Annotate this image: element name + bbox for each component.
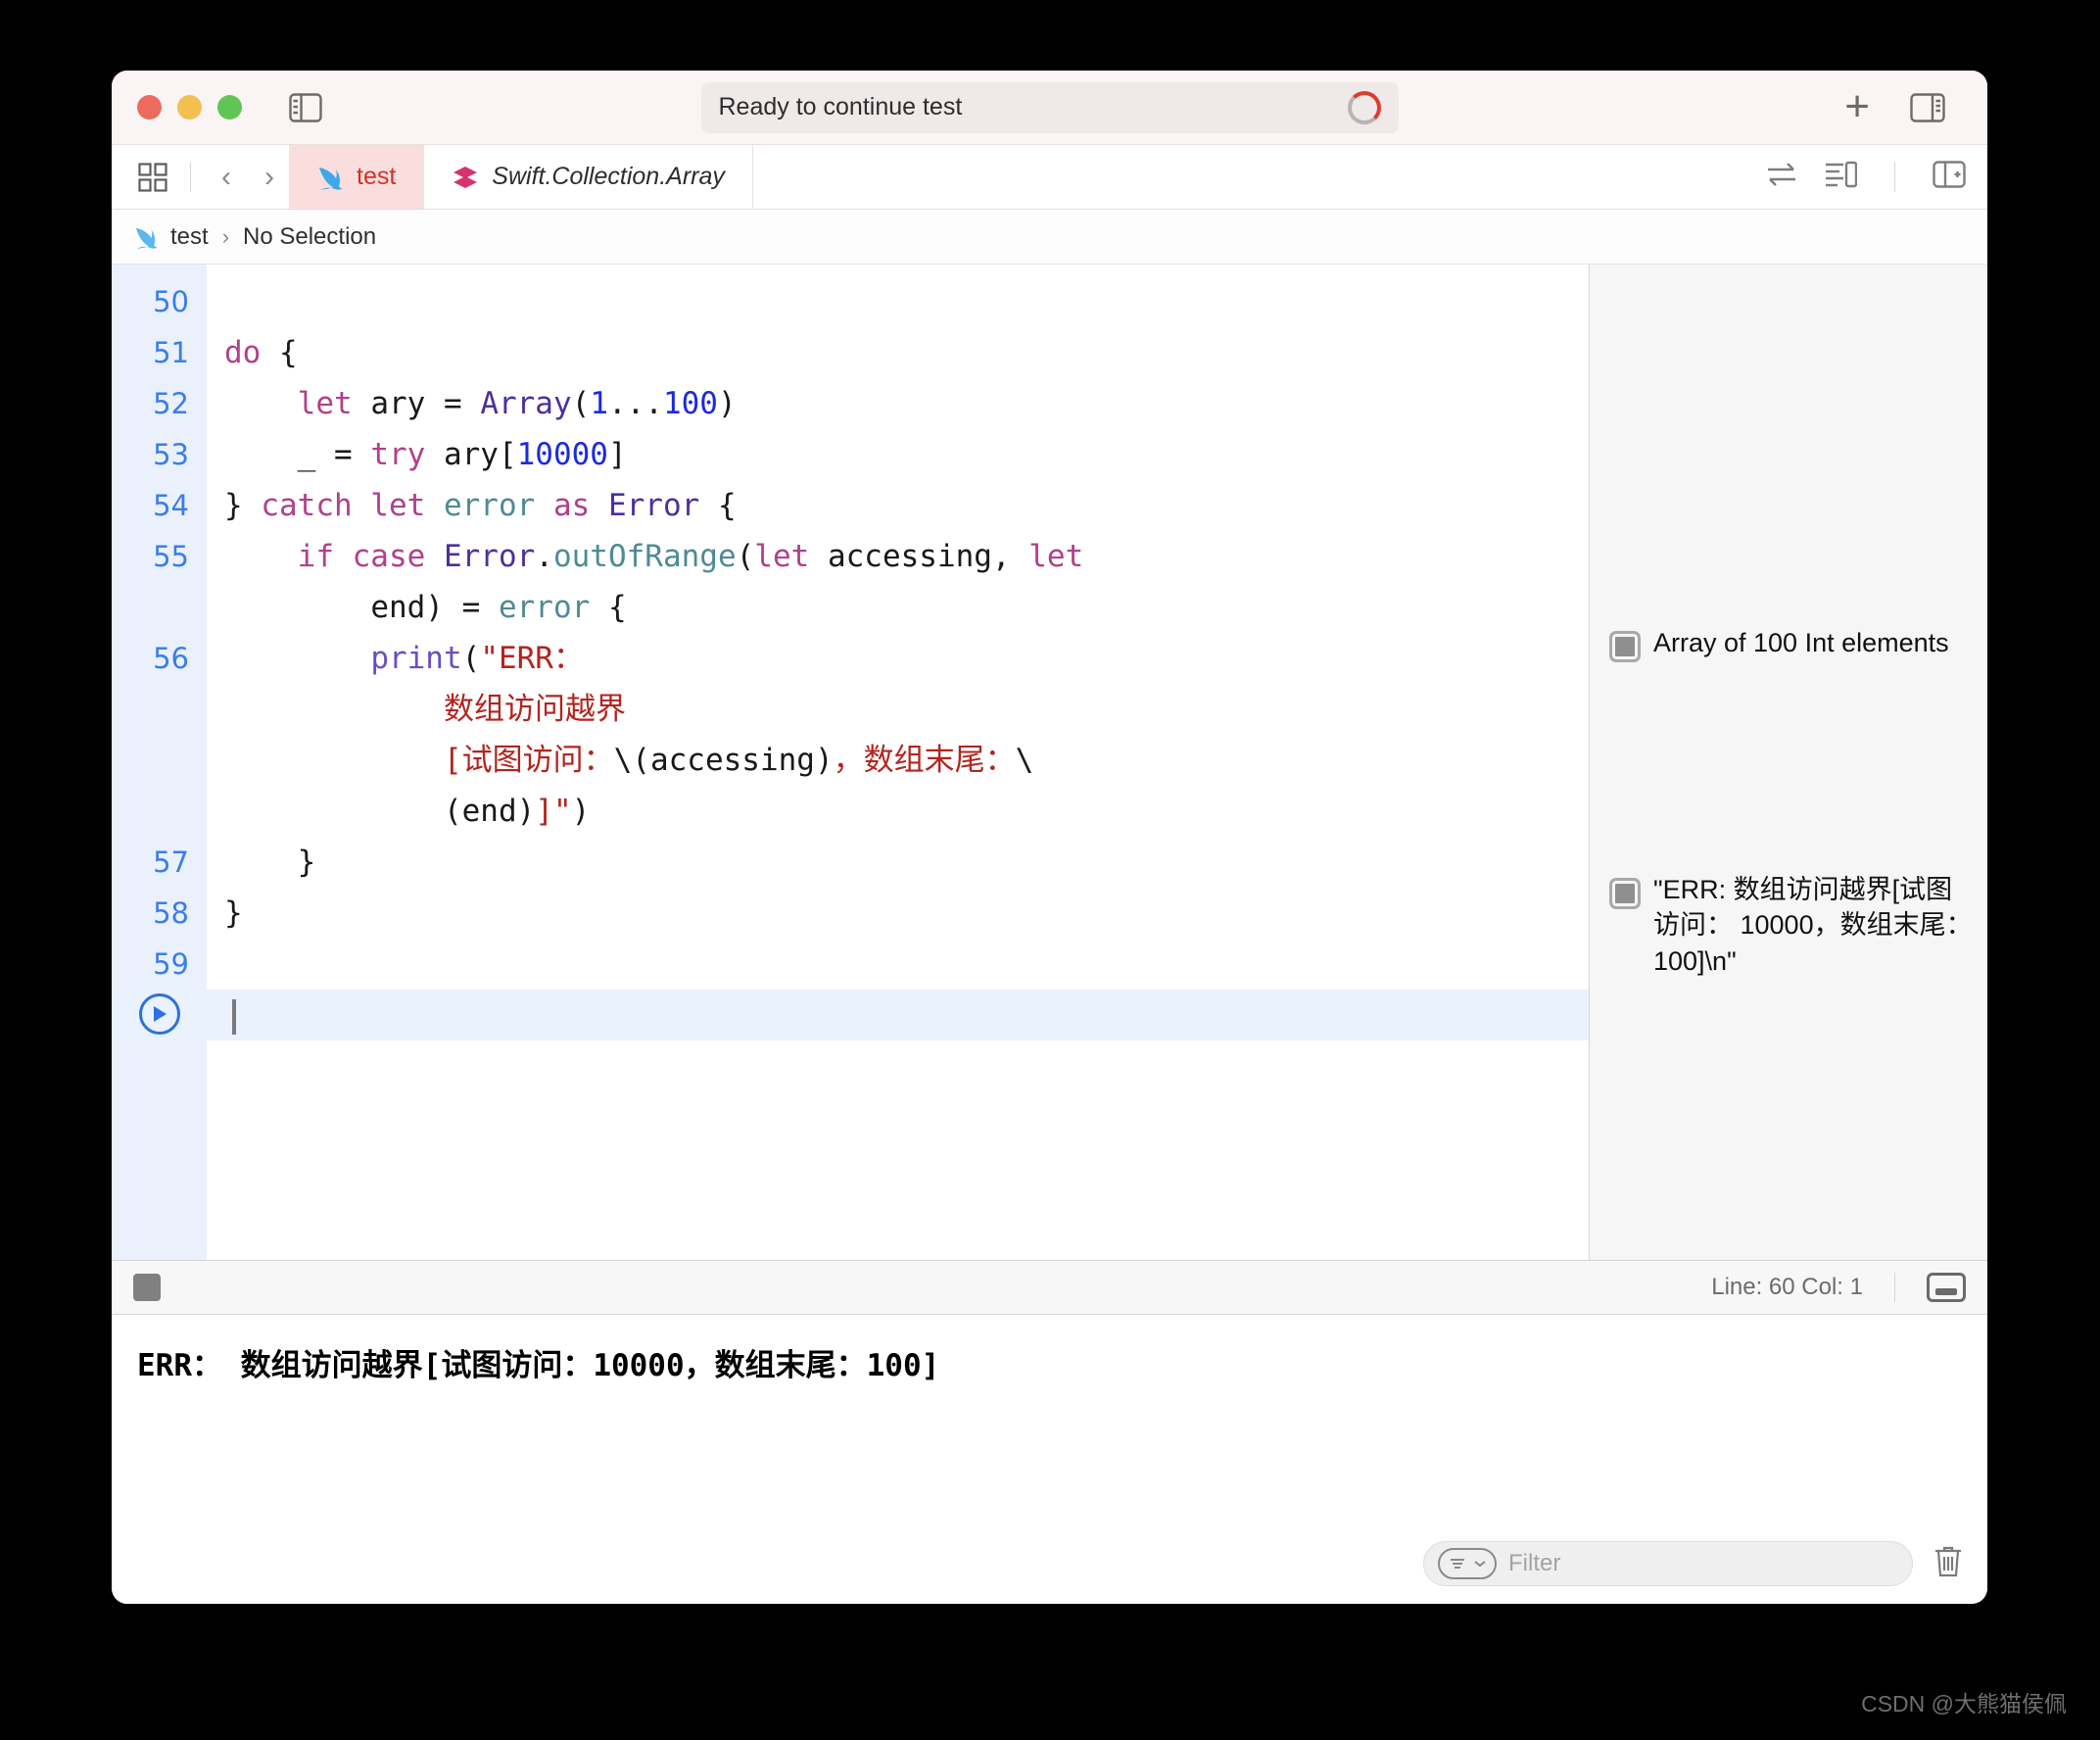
- code-line[interactable]: 56 print("ERR： 数组访问越界 [试图访问：\(accessing)…: [112, 633, 1589, 837]
- stop-square-icon[interactable]: [133, 1274, 161, 1301]
- swap-arrows-icon[interactable]: [1765, 161, 1798, 193]
- code-line-text: }: [224, 845, 316, 880]
- breadcrumb: test › No Selection: [112, 210, 1987, 265]
- run-line-icon[interactable]: [112, 990, 207, 1035]
- inline-results-sidebar: Array of 100 Int elements "ERR: 数组访问越界[试…: [1590, 265, 1987, 1260]
- divider: [190, 162, 191, 192]
- code-line-text: let ary = Array(1...100): [297, 386, 737, 421]
- swift-bird-icon: [135, 227, 158, 249]
- line-number: 58: [153, 896, 189, 930]
- filter-input[interactable]: Filter: [1508, 1550, 1560, 1577]
- line-number: 59: [153, 947, 189, 981]
- line-number: 54: [153, 489, 189, 522]
- status-text: Ready to continue test: [718, 93, 963, 121]
- result-toggle-icon[interactable]: [1609, 631, 1641, 662]
- watermark: CSDN @大熊猫侯佩: [1861, 1691, 2067, 1716]
- code-line[interactable]: 55 if case Error.outOfRange(let accessin…: [112, 531, 1589, 633]
- breadcrumb-project[interactable]: test: [170, 223, 209, 251]
- left-panel-icon[interactable]: [283, 85, 328, 130]
- window-titlebar: Ready to continue test +: [112, 71, 1987, 145]
- code-line[interactable]: 51 do {: [112, 327, 1589, 378]
- result-item[interactable]: Array of 100 Int elements: [1609, 625, 1974, 662]
- breadcrumb-selection[interactable]: No Selection: [243, 223, 376, 251]
- code-line[interactable]: 50: [112, 276, 1589, 327]
- debug-console: ERR： 数组访问越界[试图访问：10000，数组末尾：100] Filter: [112, 1315, 1987, 1604]
- inspector-list-icon[interactable]: [1824, 160, 1858, 194]
- line-col-indicator: Line: 60 Col: 1: [1711, 1274, 1863, 1300]
- result-text: Array of 100 Int elements: [1653, 628, 1949, 657]
- code-line-text: }: [224, 895, 243, 931]
- result-toggle-icon[interactable]: [1609, 878, 1641, 909]
- progress-ring-icon: [1347, 90, 1381, 124]
- result-item[interactable]: "ERR: 数组访问越界[试图访问： 10000，数组末尾： 100]\n": [1609, 872, 1974, 979]
- statusbar-right: Line: 60 Col: 1: [1711, 1273, 1966, 1302]
- code-line[interactable]: 58}: [112, 888, 1589, 939]
- editor-tab-bar: ‹ › test Swift.Collection.Array: [112, 145, 1987, 210]
- editor-status-bar: Line: 60 Col: 1: [112, 1260, 1987, 1315]
- console-output-line: ERR： 数组访问越界[试图访问：10000，数组末尾：100]: [137, 1348, 940, 1383]
- add-button[interactable]: +: [1844, 84, 1870, 128]
- code-line[interactable]: 57 }: [112, 837, 1589, 888]
- console-panel-icon[interactable]: [1927, 1273, 1966, 1302]
- line-number: 50: [153, 285, 189, 318]
- line-number: 56: [153, 642, 189, 675]
- screenshot-root: Ready to continue test + ‹ › test Swift.…: [0, 0, 2100, 1740]
- code-line-text: if case Error.outOfRange(let accessing, …: [297, 539, 1084, 625]
- divider: [1894, 1273, 1895, 1302]
- code-line-current[interactable]: [112, 990, 1589, 1040]
- zoom-button[interactable]: [217, 95, 242, 120]
- trash-icon[interactable]: [1933, 1544, 1964, 1584]
- tab-label: Swift.Collection.Array: [492, 163, 725, 190]
- tab-swift-collection-array[interactable]: Swift.Collection.Array: [424, 145, 753, 209]
- text-cursor: [232, 998, 236, 1035]
- code-line[interactable]: 53 _ = try ary[10000]: [112, 429, 1589, 480]
- code-line-text: print("ERR： 数组访问越界 [试图访问：\(accessing)，数组…: [370, 641, 1034, 829]
- result-text: "ERR: 数组访问越界[试图访问： 10000，数组末尾： 100]\n": [1653, 875, 1973, 976]
- code-line[interactable]: 54 } catch let error as Error {: [112, 480, 1589, 531]
- minimize-button[interactable]: [177, 95, 202, 120]
- code-line-text: _ = try ary[10000]: [224, 437, 627, 472]
- titlebar-right-controls: +: [1844, 84, 1962, 130]
- filter-dropdown-icon[interactable]: [1438, 1548, 1497, 1579]
- xcode-window: Ready to continue test + ‹ › test Swift.…: [112, 71, 1987, 1604]
- line-number: 53: [153, 438, 189, 471]
- code-line-text: } catch let error as Error {: [224, 488, 737, 523]
- traffic-lights: [137, 95, 242, 120]
- console-filter[interactable]: Filter: [1423, 1541, 1913, 1586]
- tabbar-left-controls: ‹ ›: [112, 145, 289, 209]
- code-line[interactable]: 59: [112, 939, 1589, 990]
- swift-bird-icon: [319, 167, 343, 190]
- code-lines: 50 51 do {52 let ary = Array(1...100) 53 _ …: [112, 265, 1589, 1040]
- console-controls: Filter: [1423, 1541, 1964, 1586]
- activity-status-pill[interactable]: Ready to continue test: [700, 81, 1399, 133]
- line-number: 57: [153, 846, 189, 879]
- code-editor[interactable]: 50 51 do {52 let ary = Array(1...100) 53 _ …: [112, 265, 1590, 1260]
- editor-area: 50 51 do {52 let ary = Array(1...100) 53 _ …: [112, 265, 1987, 1260]
- nav-back-button[interactable]: ‹: [207, 156, 246, 199]
- tab-test[interactable]: test: [289, 145, 425, 209]
- close-button[interactable]: [137, 95, 162, 120]
- tab-grid-icon[interactable]: [131, 156, 174, 199]
- tab-label: test: [357, 163, 397, 190]
- right-panel-icon[interactable]: [1905, 85, 1950, 130]
- code-line-text: do {: [224, 335, 298, 370]
- tabbar-right-controls: [1765, 145, 1987, 209]
- code-line[interactable]: 52 let ary = Array(1...100): [112, 378, 1589, 429]
- code-line-text: [207, 990, 236, 1040]
- divider: [1894, 162, 1895, 192]
- line-number: 51: [153, 336, 189, 369]
- swift-module-icon: [453, 166, 478, 188]
- nav-forward-button[interactable]: ›: [250, 156, 289, 199]
- line-number: 52: [153, 387, 189, 420]
- line-number: 55: [153, 540, 189, 573]
- split-editor-icon[interactable]: [1933, 161, 1966, 193]
- breadcrumb-separator: ›: [221, 223, 230, 249]
